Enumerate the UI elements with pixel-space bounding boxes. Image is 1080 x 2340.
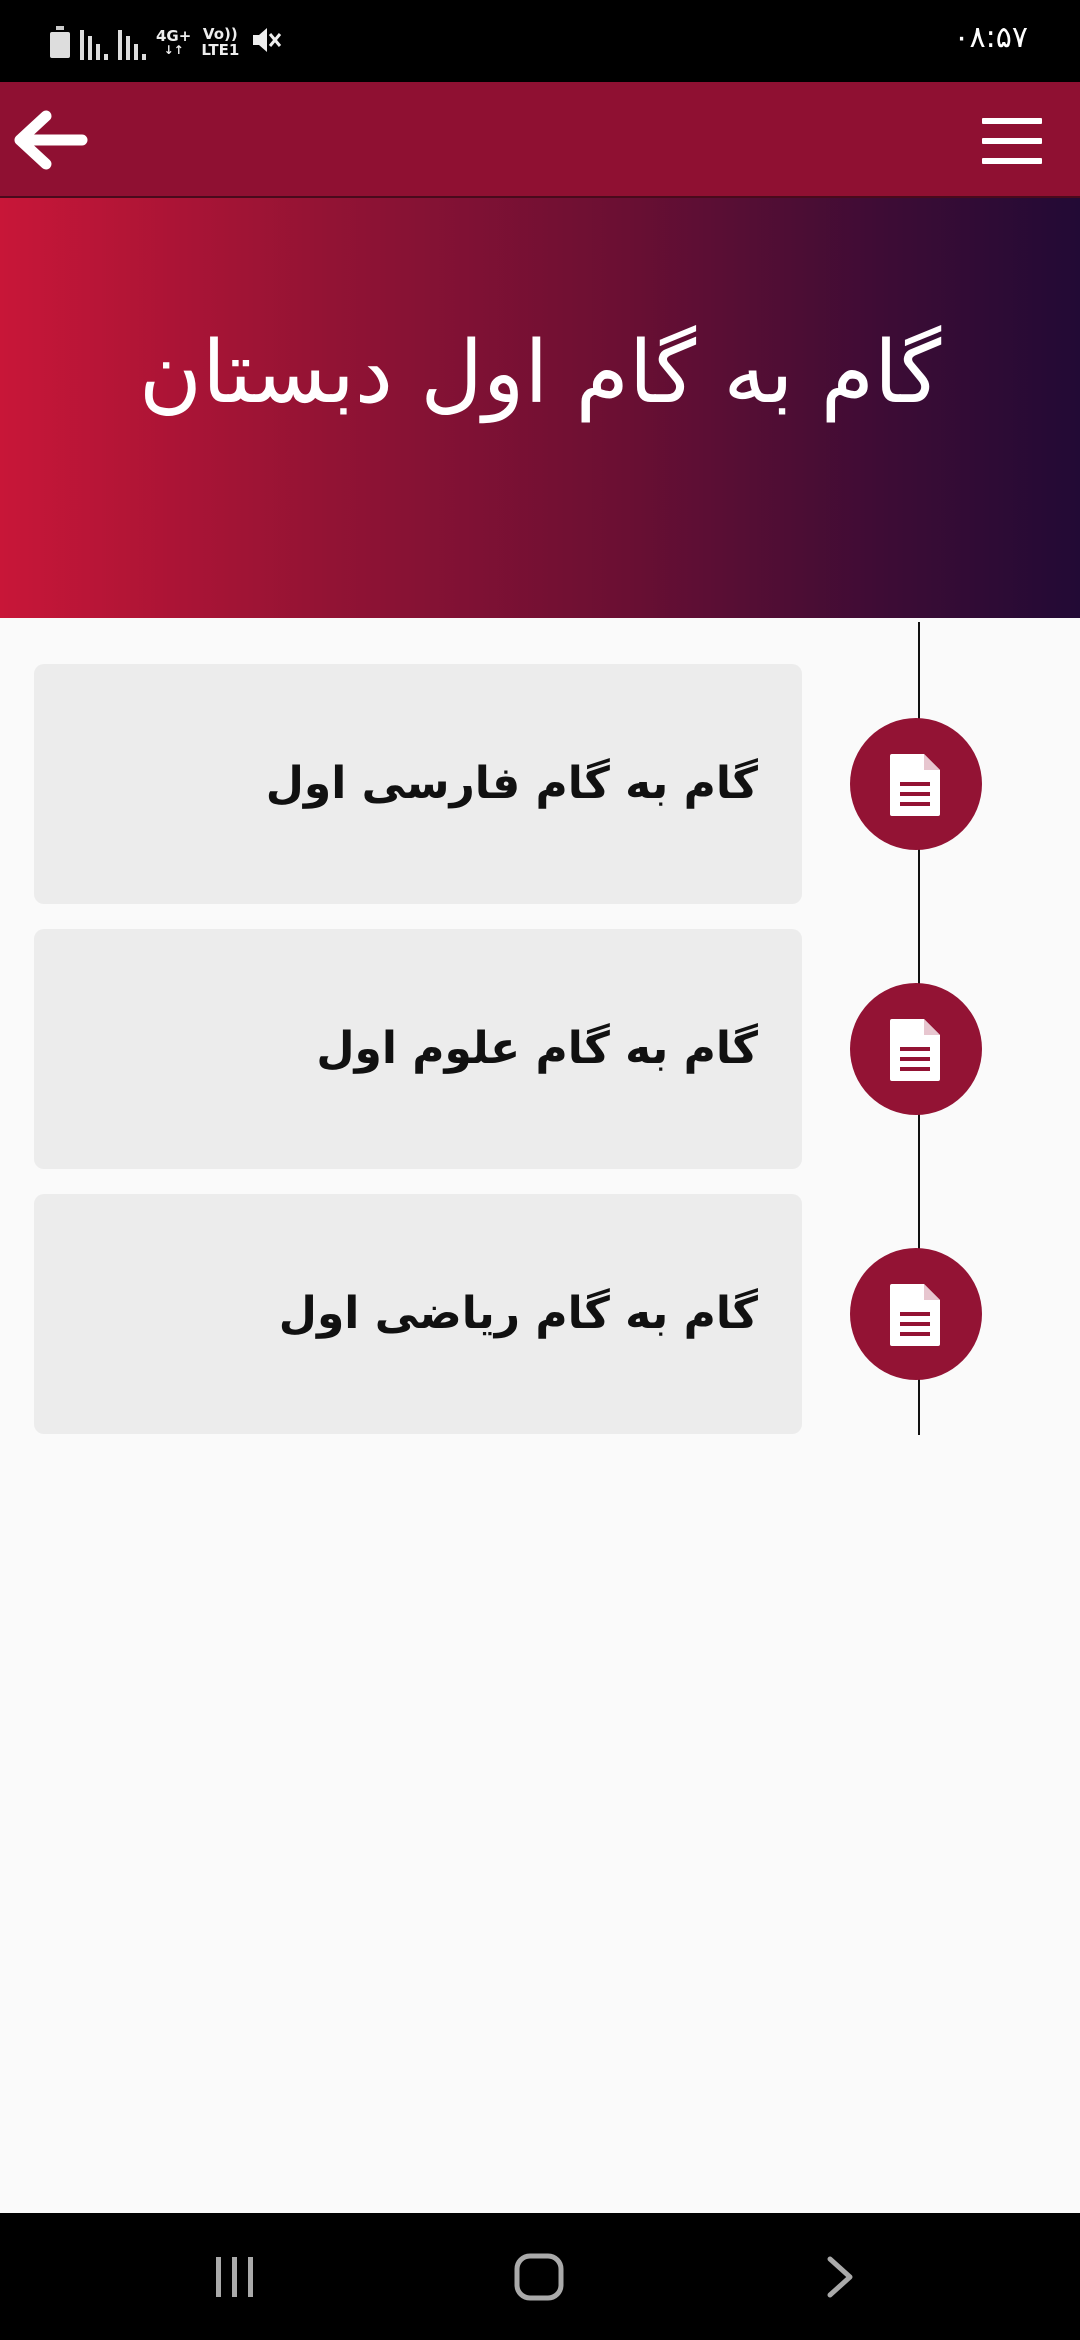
system-nav-bar — [0, 2213, 1080, 2340]
lesson-node-farsi[interactable] — [850, 718, 982, 850]
volte-label: Vo)) — [202, 25, 238, 43]
menu-button[interactable] — [982, 118, 1042, 164]
status-bar: 4G+ ↓↑ Vo)) LTE1 ۰۸:۵۷ — [0, 0, 1080, 82]
lesson-card-label: گام به گام فارسی اول — [265, 758, 758, 809]
page-title: گام به گام اول دبستان — [138, 323, 942, 423]
network-type-label: 4G+ — [156, 27, 192, 45]
home-button[interactable] — [512, 2251, 568, 2303]
hero-banner: گام به گام اول دبستان — [0, 198, 1080, 618]
status-icons: 4G+ ↓↑ Vo)) LTE1 — [50, 22, 283, 62]
lesson-card-science[interactable]: گام به گام علوم اول — [34, 929, 802, 1169]
document-icon — [890, 1019, 940, 1081]
signal-icon — [80, 24, 108, 60]
signal-icon — [118, 24, 146, 60]
lesson-card-farsi[interactable]: گام به گام فارسی اول — [34, 664, 802, 904]
document-icon — [890, 1284, 940, 1346]
mute-icon — [249, 23, 283, 61]
lesson-card-math[interactable]: گام به گام ریاضی اول — [34, 1194, 802, 1434]
lesson-node-science[interactable] — [850, 983, 982, 1115]
recents-icon — [216, 2257, 253, 2297]
lesson-card-label: گام به گام علوم اول — [316, 1023, 758, 1074]
back-chevron-icon — [827, 2256, 853, 2298]
hamburger-menu-icon — [982, 118, 1042, 124]
clock: ۰۸:۵۷ — [953, 20, 1028, 55]
document-icon — [890, 754, 940, 816]
hamburger-line — [982, 158, 1042, 164]
home-icon — [514, 2253, 564, 2301]
lesson-node-math[interactable] — [850, 1248, 982, 1380]
hamburger-line — [982, 138, 1042, 144]
app-bar — [0, 82, 1080, 198]
network-type: 4G+ ↓↑ — [156, 27, 192, 57]
lesson-card-label: گام به گام ریاضی اول — [278, 1288, 758, 1339]
system-back-button[interactable] — [820, 2251, 860, 2303]
battery-icon — [50, 26, 70, 58]
back-button[interactable] — [14, 110, 88, 170]
recents-button[interactable] — [210, 2251, 260, 2303]
volte-indicator: Vo)) LTE1 — [201, 26, 239, 58]
arrow-left-icon — [14, 110, 88, 170]
lte-label: LTE1 — [201, 41, 240, 59]
